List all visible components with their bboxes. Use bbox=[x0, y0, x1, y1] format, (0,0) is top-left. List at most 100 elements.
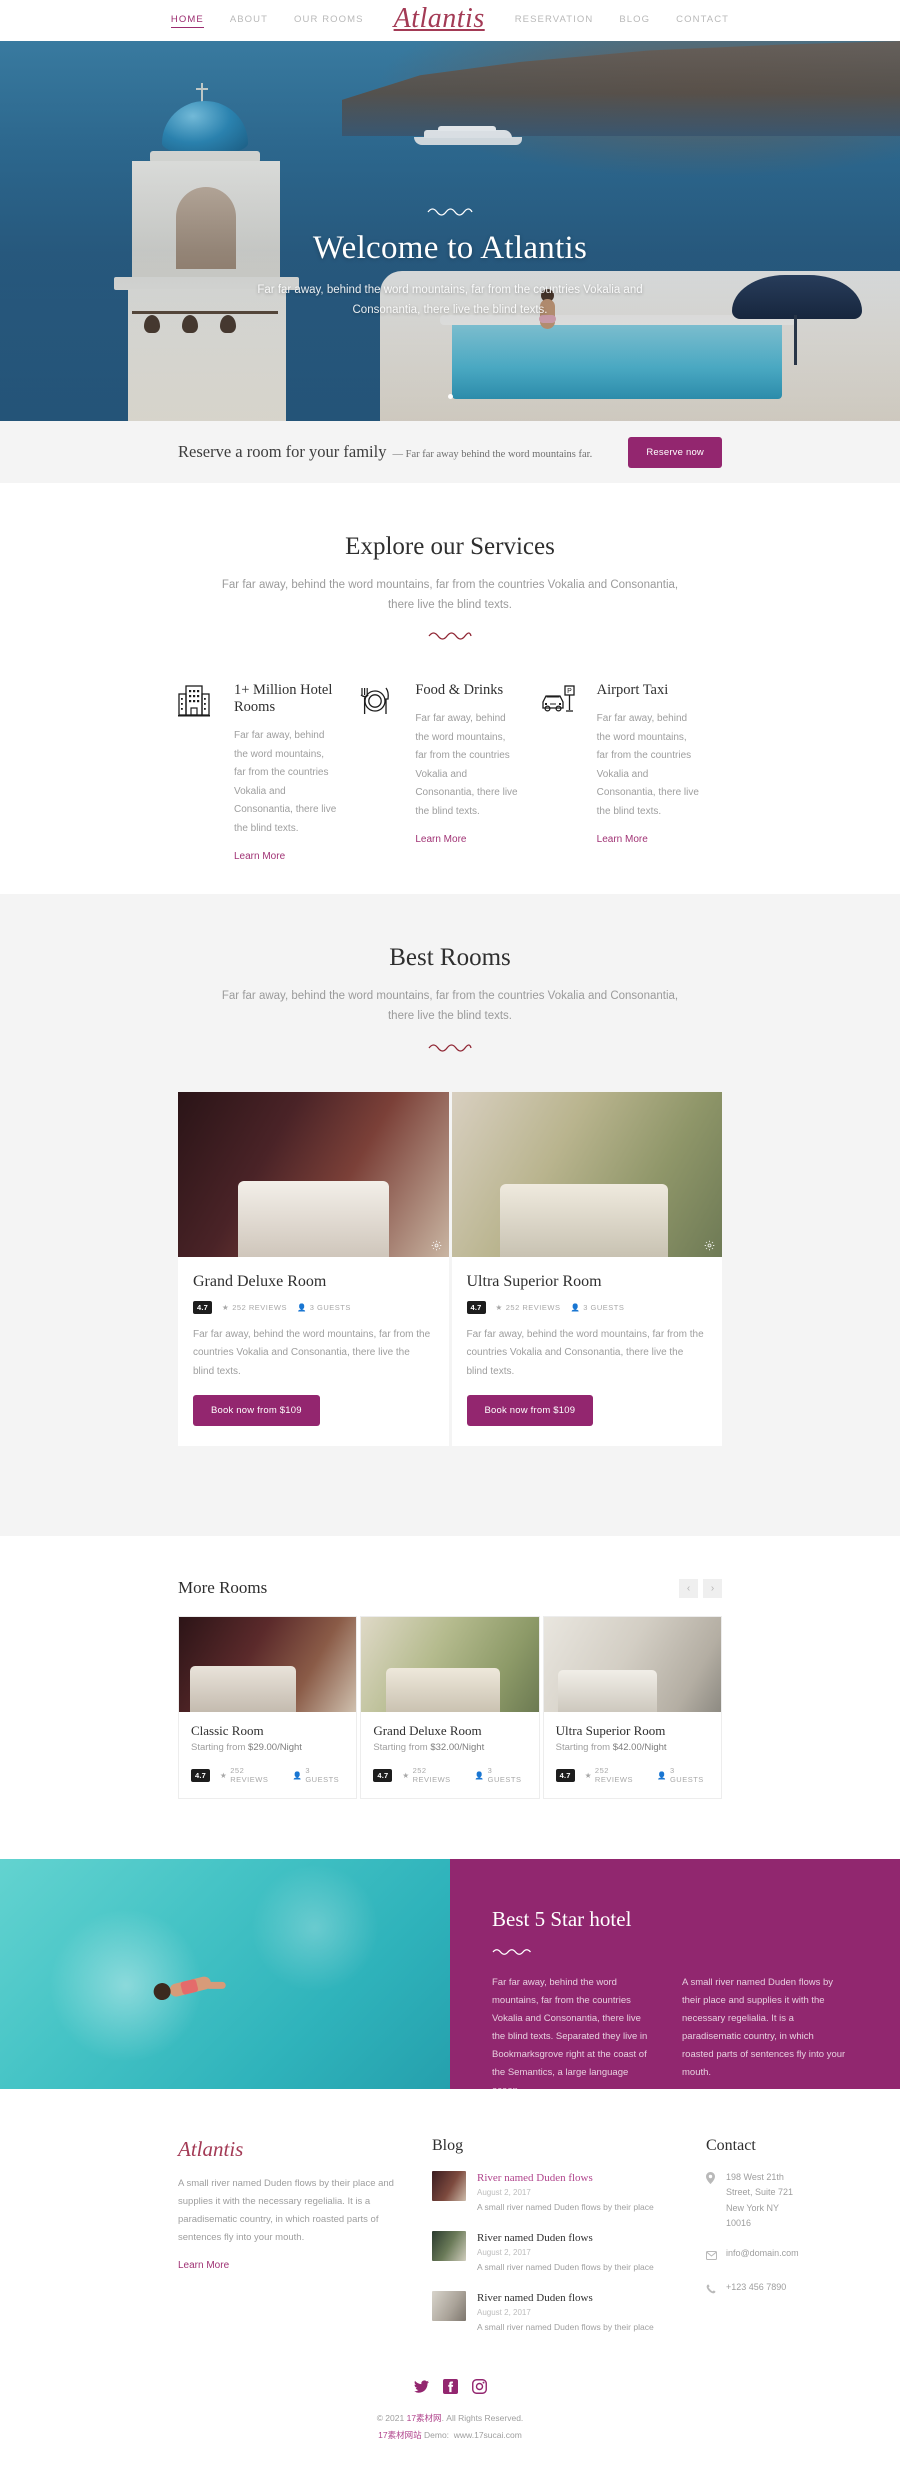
demo-url-link[interactable]: www.17sucai.com bbox=[454, 2430, 522, 2440]
blog-thumbnail[interactable] bbox=[432, 2290, 466, 2321]
more-rooms-header: More Rooms ‹ › bbox=[178, 1578, 722, 1598]
nav-left-group: HOME ABOUT OUR ROOMS bbox=[170, 14, 364, 28]
more-room-name: Grand Deluxe Room bbox=[373, 1723, 482, 1738]
twitter-icon[interactable] bbox=[413, 2379, 429, 2394]
reviews-meta: ★ 252 REVIEWS bbox=[220, 1766, 282, 1784]
more-room-card[interactable]: Classic Room Starting from $29.00/Night … bbox=[178, 1616, 358, 1799]
gear-icon[interactable] bbox=[704, 1240, 715, 1251]
nav-item-contact[interactable]: CONTACT bbox=[676, 14, 729, 27]
more-room-card[interactable]: Ultra Superior Room Starting from $42.00… bbox=[542, 1616, 722, 1799]
more-room-image[interactable] bbox=[543, 1617, 721, 1712]
nav-item-blog[interactable]: BLOG bbox=[619, 14, 650, 27]
demo-brand[interactable]: 17素材网站 bbox=[378, 2430, 421, 2440]
service-learn-more-link[interactable]: Learn More bbox=[415, 834, 466, 845]
squiggle-divider-icon bbox=[428, 1043, 472, 1052]
services-subtitle: Far far away, behind the word mountains,… bbox=[221, 579, 679, 612]
footer-contact-column: Contact 198 West 21th Street, Suite 721 … bbox=[706, 2137, 799, 2335]
swimmer-figure bbox=[147, 1959, 226, 2021]
blog-item-body: River named Duden flows August 2, 2017 A… bbox=[477, 2291, 654, 2335]
service-title: 1+ Million Hotel Rooms bbox=[234, 682, 333, 716]
location-pin-icon bbox=[706, 2170, 717, 2189]
star-icon: ★ bbox=[495, 1302, 503, 1312]
contact-phone-text[interactable]: +123 456 7890 bbox=[726, 2280, 786, 2295]
contact-email-text[interactable]: info@domain.com bbox=[726, 2246, 799, 2261]
more-room-meta: 4.7 ★ 252 REVIEWS 👤 3 GUESTS bbox=[373, 1766, 526, 1784]
more-rooms-list: Classic Room Starting from $29.00/Night … bbox=[178, 1616, 722, 1799]
book-now-button[interactable]: Book now from $109 bbox=[193, 1395, 320, 1426]
price-prefix: Starting from bbox=[373, 1742, 431, 1753]
hero-slider[interactable]: Welcome to Atlantis Far far away, behind… bbox=[0, 41, 900, 421]
room-card-body: Ultra Superior Room 4.7 ★ 252 REVIEWS 👤 … bbox=[452, 1257, 723, 1447]
top-navigation: HOME ABOUT OUR ROOMS Atlantis RESERVATIO… bbox=[0, 0, 900, 41]
nav-item-reservation[interactable]: RESERVATION bbox=[515, 14, 594, 27]
demo-label: Demo: bbox=[421, 2429, 450, 2440]
carousel-prev-button[interactable]: ‹ bbox=[679, 1578, 698, 1598]
carousel-next-button[interactable]: › bbox=[703, 1578, 722, 1598]
reviews-meta: ★ 252 REVIEWS bbox=[222, 1303, 287, 1312]
nav-item-home[interactable]: HOME bbox=[170, 14, 204, 28]
blog-item-excerpt: A small river named Duden flows by their… bbox=[477, 2202, 654, 2213]
contact-phone[interactable]: +123 456 7890 bbox=[706, 2280, 799, 2299]
reviews-count: 252 REVIEWS bbox=[412, 1766, 451, 1784]
hero-slider-dots[interactable] bbox=[0, 386, 900, 404]
hero-slider-dot[interactable] bbox=[447, 394, 453, 399]
star-icon: ★ bbox=[220, 1770, 228, 1780]
blog-item-title[interactable]: River named Duden flows bbox=[477, 2291, 654, 2305]
more-room-meta: 4.7 ★ 252 REVIEWS 👤 3 GUESTS bbox=[191, 1766, 344, 1784]
footer-blog-item[interactable]: River named Duden flows August 2, 2017 A… bbox=[432, 2230, 672, 2275]
services-title: Explore our Services bbox=[345, 533, 555, 560]
service-learn-more-link[interactable]: Learn More bbox=[597, 834, 648, 845]
more-room-card[interactable]: Grand Deluxe Room Starting from $32.00/N… bbox=[360, 1616, 540, 1799]
contact-email[interactable]: info@domain.com bbox=[706, 2246, 799, 2265]
room-image[interactable] bbox=[178, 1091, 449, 1257]
phone-icon bbox=[706, 2280, 717, 2299]
footer-blog-item[interactable]: River named Duden flows August 2, 2017 A… bbox=[432, 2171, 672, 2215]
footer-blog-item[interactable]: River named Duden flows August 2, 2017 A… bbox=[432, 2290, 672, 2335]
services-list: 1+ Million Hotel Rooms Far far away, beh… bbox=[0, 640, 900, 864]
five-star-learn-more-link[interactable]: Learn More bbox=[492, 2115, 543, 2126]
rating-badge: 4.7 bbox=[466, 1300, 486, 1314]
five-star-text-right: A small river named Duden flows by their… bbox=[682, 1977, 846, 2079]
guests-count: 3 GUESTS bbox=[309, 1302, 351, 1312]
blog-item-excerpt: A small river named Duden flows by their… bbox=[477, 2322, 654, 2333]
footer-logo[interactable]: Atlantis bbox=[178, 2137, 398, 2162]
room-name: Grand Deluxe Room bbox=[193, 1272, 327, 1290]
room-card[interactable]: Ultra Superior Room 4.7 ★ 252 REVIEWS 👤 … bbox=[451, 1091, 723, 1447]
site-logo[interactable]: Atlantis bbox=[394, 4, 485, 37]
guests-meta: 👤 3 GUESTS bbox=[475, 1766, 527, 1784]
star-icon: ★ bbox=[402, 1770, 410, 1780]
gear-icon[interactable] bbox=[431, 1240, 442, 1251]
room-card[interactable]: Grand Deluxe Room 4.7 ★ 252 REVIEWS 👤 3 … bbox=[178, 1091, 449, 1446]
blog-thumbnail[interactable] bbox=[432, 2230, 466, 2261]
blog-item-body: River named Duden flows August 2, 2017 A… bbox=[477, 2171, 654, 2215]
rating-badge: 4.7 bbox=[193, 1300, 213, 1314]
blog-item-title[interactable]: River named Duden flows bbox=[477, 2231, 654, 2245]
room-image[interactable] bbox=[451, 1091, 722, 1257]
blog-item-title[interactable]: River named Duden flows bbox=[477, 2171, 654, 2185]
rating-badge: 4.7 bbox=[191, 1768, 211, 1782]
reviews-count: 252 REVIEWS bbox=[505, 1302, 561, 1312]
more-room-image[interactable] bbox=[179, 1617, 357, 1712]
service-copy: Food & Drinks Far far away, behind the w… bbox=[415, 682, 518, 864]
rating-badge: 4.7 bbox=[555, 1768, 575, 1782]
nav-item-our-rooms[interactable]: OUR ROOMS bbox=[294, 14, 364, 27]
best-rooms-subtitle: Far far away, behind the word mountains,… bbox=[221, 990, 679, 1023]
footer-about-text: A small river named Duden flows by their… bbox=[178, 2178, 394, 2244]
copyright-brand[interactable]: 17素材网 bbox=[407, 2413, 442, 2423]
footer-columns: Atlantis A small river named Duden flows… bbox=[178, 2137, 799, 2335]
facebook-icon[interactable] bbox=[442, 2378, 458, 2394]
service-text: Far far away, behind the word mountains,… bbox=[596, 713, 699, 817]
service-learn-more-link[interactable]: Learn More bbox=[234, 851, 285, 862]
price-value: $32.00/Night bbox=[430, 1742, 485, 1753]
footer-learn-more-link[interactable]: Learn More bbox=[178, 2260, 229, 2271]
instagram-icon[interactable] bbox=[471, 2378, 487, 2394]
reserve-now-button[interactable]: Reserve now bbox=[628, 436, 722, 468]
more-room-price-line: Starting from $42.00/Night bbox=[556, 1742, 709, 1753]
more-room-image[interactable] bbox=[361, 1617, 539, 1712]
reviews-meta: ★ 252 REVIEWS bbox=[496, 1303, 561, 1312]
blog-thumbnail[interactable] bbox=[432, 2171, 466, 2201]
book-now-button[interactable]: Book now from $109 bbox=[466, 1395, 594, 1426]
person-icon: 👤 bbox=[657, 1770, 667, 1780]
nav-item-about[interactable]: ABOUT bbox=[230, 14, 268, 27]
five-star-title: Best 5 Star hotel bbox=[492, 1907, 632, 1931]
